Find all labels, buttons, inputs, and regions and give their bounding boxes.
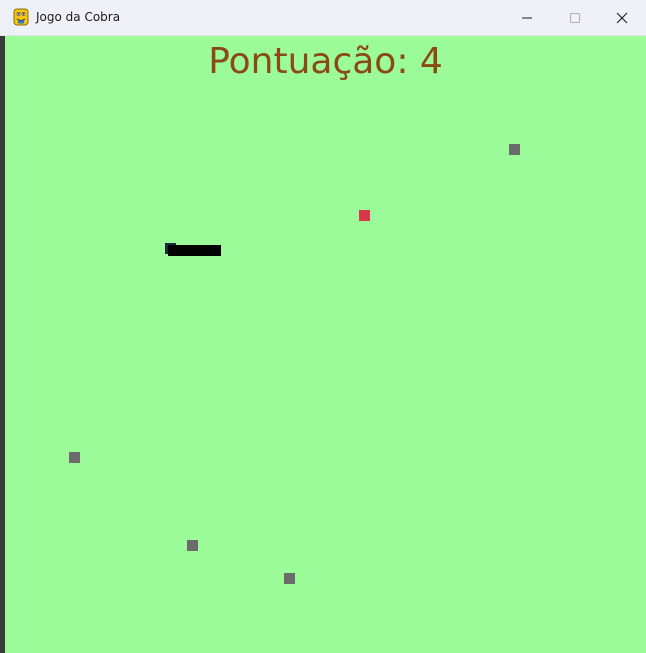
food-apple [359, 210, 370, 221]
minimize-button[interactable] [503, 0, 551, 35]
title-bar[interactable]: Jogo da Cobra [0, 0, 646, 36]
obstacle [69, 452, 80, 463]
obstacle [284, 573, 295, 584]
score-label: Pontuação: 4 [208, 41, 443, 82]
obstacle [187, 540, 198, 551]
python-snake-icon [12, 8, 30, 26]
obstacle [509, 144, 520, 155]
minimize-icon [521, 12, 533, 24]
snake-segment [168, 245, 221, 256]
game-canvas[interactable]: Pontuação: 4 [5, 36, 646, 653]
maximize-icon [569, 12, 581, 24]
close-button[interactable] [598, 0, 646, 35]
close-icon [616, 12, 628, 24]
window-title: Jogo da Cobra [36, 10, 121, 24]
maximize-button[interactable] [551, 0, 599, 35]
game-window: Jogo da Cobra Pontuação: 4 [0, 0, 646, 653]
